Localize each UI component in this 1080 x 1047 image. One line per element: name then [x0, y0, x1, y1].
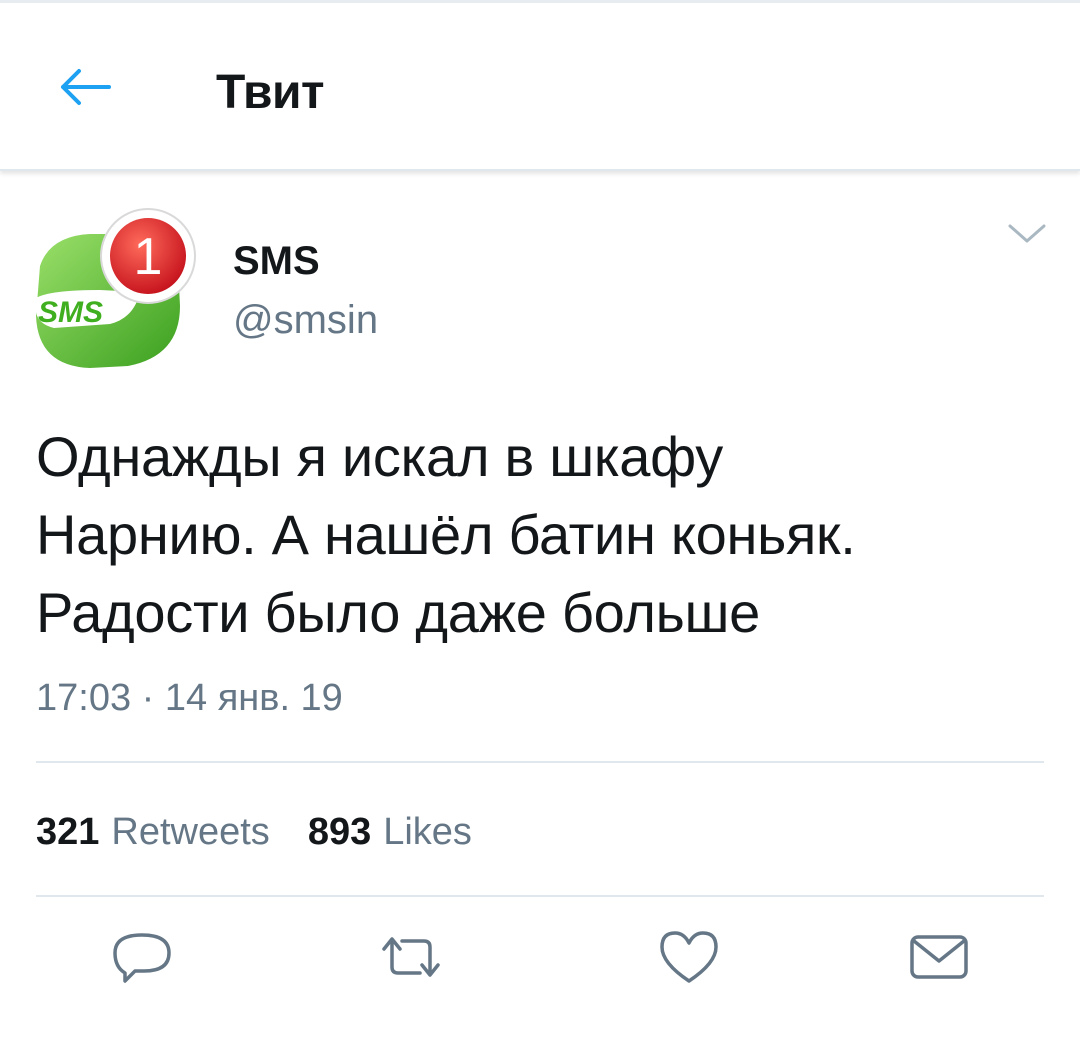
tweet-text: Однажды я искал в шкафу Нарнию. А нашёл б…	[36, 418, 1056, 652]
retweet-button[interactable]	[376, 922, 446, 992]
divider	[36, 761, 1044, 763]
divider	[36, 895, 1044, 897]
retweets-count: 321	[36, 811, 100, 853]
retweets-stat[interactable]: 321 Retweets	[36, 810, 270, 854]
share-message-icon	[910, 935, 968, 979]
tweet-text-line: Радости было даже больше	[36, 581, 760, 644]
tweet-menu-button[interactable]	[1003, 216, 1051, 252]
reply-button[interactable]	[107, 922, 177, 992]
reply-icon	[113, 933, 171, 983]
back-button[interactable]	[52, 61, 118, 113]
tweet-detail-screen: Твит SMS 1 SMS @smsin Однажды я искал в …	[0, 0, 1080, 1047]
tweet-text-line: Нарнию. А нашёл батин коньяк.	[36, 503, 856, 566]
page-title: Твит	[216, 66, 325, 119]
tweet-text-line: Однажды я искал в шкафу	[36, 425, 723, 488]
tweet-stats: 321 Retweets 893 Likes	[36, 810, 510, 854]
share-message-button[interactable]	[904, 922, 974, 992]
chevron-down-icon	[1008, 224, 1046, 243]
like-button[interactable]	[654, 922, 724, 992]
likes-stat[interactable]: 893 Likes	[308, 810, 472, 854]
retweet-icon	[382, 937, 440, 977]
author-handle[interactable]: @smsin	[233, 296, 378, 344]
like-icon	[660, 931, 718, 983]
avatar[interactable]: SMS 1	[30, 206, 196, 372]
likes-count: 893	[307, 811, 372, 853]
retweets-label: Retweets	[111, 811, 270, 853]
avatar-logo-text: SMS	[38, 296, 103, 329]
arrow-left-icon	[61, 69, 111, 105]
tweet-timestamp: 17:03 · 14 янв. 19	[36, 677, 343, 719]
avatar-badge-number: 1	[134, 228, 163, 286]
app-header: Твит	[0, 3, 1080, 171]
likes-label: Likes	[383, 811, 472, 853]
author-name[interactable]: SMS	[233, 238, 320, 284]
